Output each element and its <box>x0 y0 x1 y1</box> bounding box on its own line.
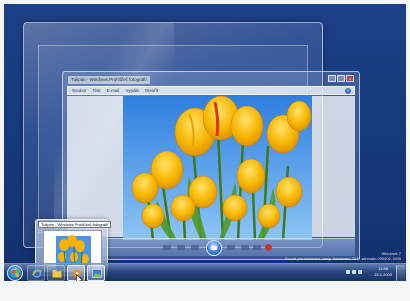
menu-vypalit[interactable]: Vypálit <box>125 88 138 93</box>
action-center-icon[interactable] <box>358 270 362 274</box>
taskbar: 11:56 23.1.2009 <box>4 263 406 281</box>
build-watermark: Windows 7 Pouze pro testovací účely. Ses… <box>285 251 401 261</box>
rotate-right-icon[interactable] <box>253 245 261 250</box>
rotate-left-icon[interactable] <box>241 245 249 250</box>
system-clock[interactable]: 11:56 23.1.2009 <box>374 266 392 278</box>
taskbar-ie-button[interactable] <box>27 265 45 281</box>
tray-icons <box>346 270 362 274</box>
window-controls: – □ × <box>328 75 354 82</box>
tulip-photo <box>123 96 312 240</box>
notification-area: 11:56 23.1.2009 <box>346 265 392 281</box>
menu-otevrit[interactable]: Otevřít <box>145 88 159 93</box>
slideshow-button[interactable] <box>206 240 222 256</box>
close-icon[interactable]: × <box>346 75 354 82</box>
actual-size-icon[interactable] <box>177 245 185 250</box>
minimize-icon[interactable]: – <box>328 75 336 82</box>
menu-email[interactable]: E-mail <box>107 88 120 93</box>
clock-date: 23.1.2009 <box>374 272 392 277</box>
watermark-build: Pouze pro testovací účely. Sestavení 707… <box>285 256 401 261</box>
start-button[interactable] <box>7 265 23 281</box>
tulip-image <box>123 96 312 240</box>
next-icon[interactable] <box>227 245 235 250</box>
menu-bar: Soubor Tisk E-mail Vypálit Otevřít ? <box>67 86 355 95</box>
desktop[interactable]: Tulipán - Windows Prohlížeč fotografií –… <box>4 4 406 281</box>
playback-controls <box>159 240 272 256</box>
show-desktop-button[interactable] <box>396 265 405 281</box>
taskbar-photo-viewer-button[interactable] <box>87 265 105 281</box>
previous-icon[interactable] <box>191 245 199 250</box>
delete-icon[interactable] <box>265 244 272 251</box>
photo-viewer-icon <box>92 269 102 278</box>
thumbnail-tooltip: Tulipán - Windows Prohlížeč fotografií <box>38 221 112 228</box>
mouse-cursor-icon <box>76 274 84 281</box>
ie-icon <box>32 269 42 278</box>
menu-soubor[interactable]: Soubor <box>72 88 87 93</box>
menu-tisk[interactable]: Tisk <box>93 88 101 93</box>
windows-logo-icon <box>12 269 19 278</box>
taskbar-explorer-button[interactable] <box>47 265 65 281</box>
window-title: Tulipán - Windows Prohlížeč fotografií <box>68 76 150 84</box>
network-icon[interactable] <box>346 270 350 274</box>
maximize-icon[interactable]: □ <box>337 75 345 82</box>
folder-icon <box>52 270 62 278</box>
screen-bottom-bezel <box>0 281 410 301</box>
help-icon[interactable]: ? <box>345 88 351 94</box>
zoom-icon[interactable] <box>163 245 171 250</box>
volume-icon[interactable] <box>352 270 356 274</box>
